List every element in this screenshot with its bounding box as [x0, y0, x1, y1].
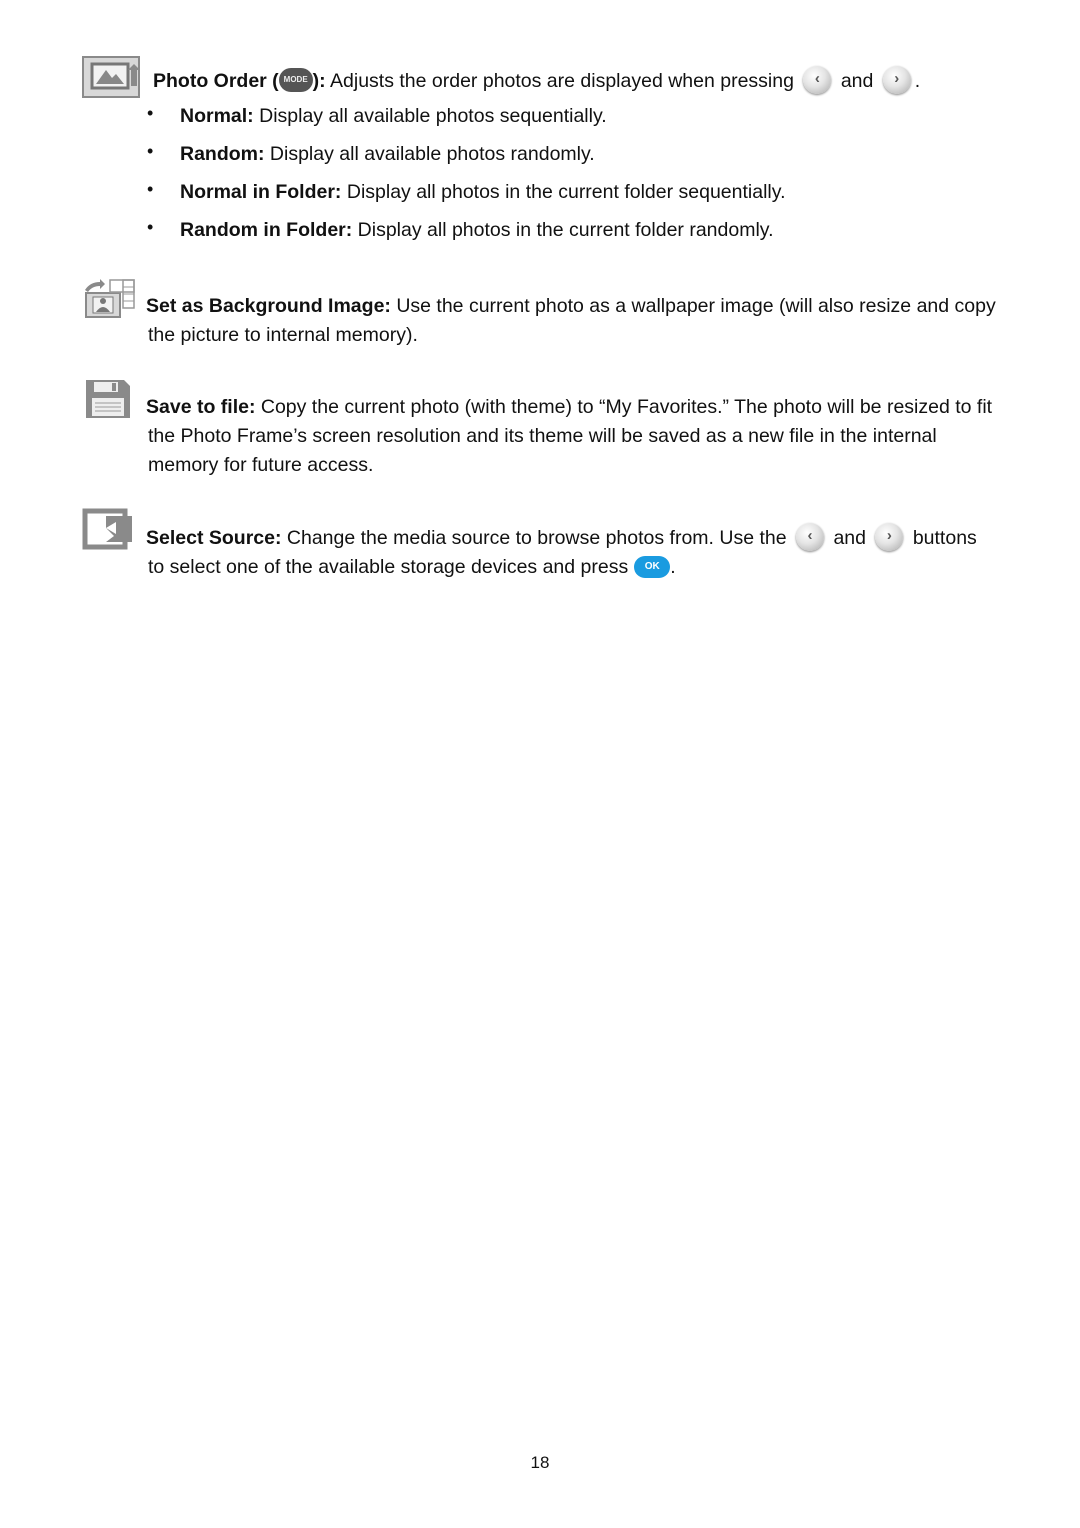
and-text: and	[833, 527, 866, 549]
mode-button-icon: MODE	[278, 67, 313, 92]
background-line-1: Set as Background Image: Use the current…	[146, 292, 996, 321]
source-text: Change the media source to browse photos…	[281, 527, 787, 549]
list-item: Normal in Folder: Display all photos in …	[180, 178, 785, 207]
source-line-2: to select one of the available storage d…	[148, 553, 676, 582]
photo-order-icon	[82, 56, 142, 98]
background-title: Set as Background Image:	[146, 295, 391, 317]
save-line-3: memory for future access.	[148, 454, 374, 476]
save-title: Save to file:	[146, 396, 256, 418]
option-desc: Display all photos in the current folder…	[341, 181, 786, 203]
save-text: Copy the current photo (with theme) to “…	[255, 396, 993, 418]
set-background-icon	[82, 278, 138, 318]
option-label: Random in Folder:	[180, 219, 353, 241]
right-arrow-button-icon: ›	[882, 65, 911, 94]
photo-order-heading: Photo Order (MODE): Adjusts the order ph…	[153, 65, 921, 96]
buttons-text: buttons	[912, 527, 977, 549]
background-line-2: the picture to internal memory).	[148, 324, 418, 346]
save-line-1: Save to file: Copy the current photo (wi…	[146, 393, 992, 422]
bullet-icon: •	[147, 217, 154, 237]
option-label: Random:	[180, 143, 265, 165]
list-item: Random in Folder: Display all photos in …	[180, 216, 774, 245]
option-desc: Display all available photos randomly.	[264, 143, 595, 165]
option-label: Normal in Folder:	[180, 181, 342, 203]
period: .	[914, 70, 921, 92]
source-line-1: Select Source: Change the media source t…	[146, 522, 977, 553]
photo-order-title-close: ):	[312, 70, 326, 92]
page-number: 18	[530, 1453, 550, 1472]
left-arrow-button-icon: ‹	[803, 65, 832, 94]
select-source-icon	[82, 508, 134, 550]
right-arrow-button-icon: ›	[875, 522, 904, 551]
save-line-2: the Photo Frame’s screen resolution and …	[148, 425, 937, 447]
source-text-2: to select one of the available storage d…	[148, 556, 629, 578]
option-label: Normal:	[180, 105, 254, 127]
bullet-icon: •	[147, 179, 154, 199]
left-arrow-button-icon: ‹	[796, 522, 825, 551]
option-desc: Display all photos in the current folder…	[352, 219, 774, 241]
background-text: Use the current photo as a wallpaper ima…	[390, 295, 996, 317]
source-title: Select Source:	[146, 527, 282, 549]
save-floppy-icon	[84, 378, 132, 420]
and-text: and	[840, 70, 874, 92]
list-item: Random: Display all available photos ran…	[180, 140, 595, 169]
photo-order-title: Photo Order (	[153, 70, 279, 92]
bullet-icon: •	[147, 103, 154, 123]
bullet-icon: •	[147, 141, 154, 161]
list-item: Normal: Display all available photos seq…	[180, 102, 607, 131]
ok-button-icon: OK	[634, 555, 671, 578]
option-desc: Display all available photos sequentiall…	[253, 105, 607, 127]
period: .	[670, 556, 676, 578]
photo-order-text: Adjusts the order photos are displayed w…	[325, 70, 794, 92]
